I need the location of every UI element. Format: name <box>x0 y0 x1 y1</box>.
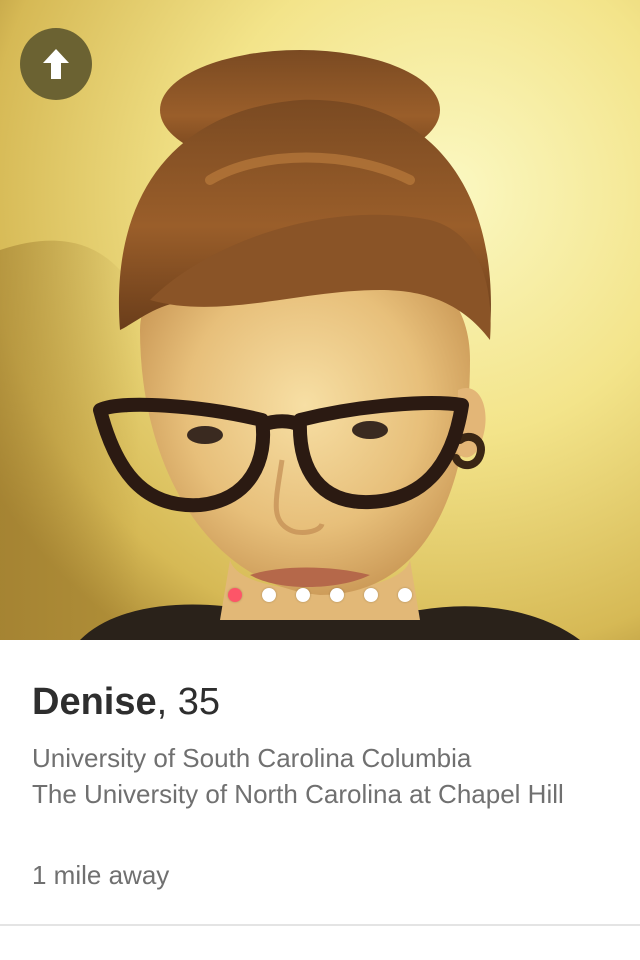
arrow-up-icon <box>43 49 69 79</box>
pagination-dot-2[interactable] <box>262 588 276 602</box>
distance-label: 1 mile away <box>32 860 170 890</box>
school-list: University of South Carolina Columbia Th… <box>32 740 612 812</box>
pagination-dot-4[interactable] <box>330 588 344 602</box>
profile-screen: Denise, 35 University of South Carolina … <box>0 0 640 960</box>
name-separator: , <box>156 681 168 723</box>
profile-info: Denise, 35 University of South Carolina … <box>0 640 640 924</box>
school-item: The University of North Carolina at Chap… <box>32 779 564 809</box>
pagination-dot-6[interactable] <box>398 588 412 602</box>
school-item: University of South Carolina Columbia <box>32 743 472 773</box>
portrait-illustration <box>0 0 640 640</box>
profile-age: 35 <box>177 681 221 723</box>
pagination-dot-5[interactable] <box>364 588 378 602</box>
profile-photo[interactable] <box>0 0 640 640</box>
photo-pagination <box>0 588 640 604</box>
name-age-heading: Denise, 35 <box>32 680 220 724</box>
pagination-dot-3[interactable] <box>296 588 310 602</box>
pagination-dot-1[interactable] <box>228 588 242 602</box>
divider <box>0 924 640 926</box>
collapse-button[interactable] <box>20 28 92 100</box>
profile-name: Denise <box>32 681 157 723</box>
